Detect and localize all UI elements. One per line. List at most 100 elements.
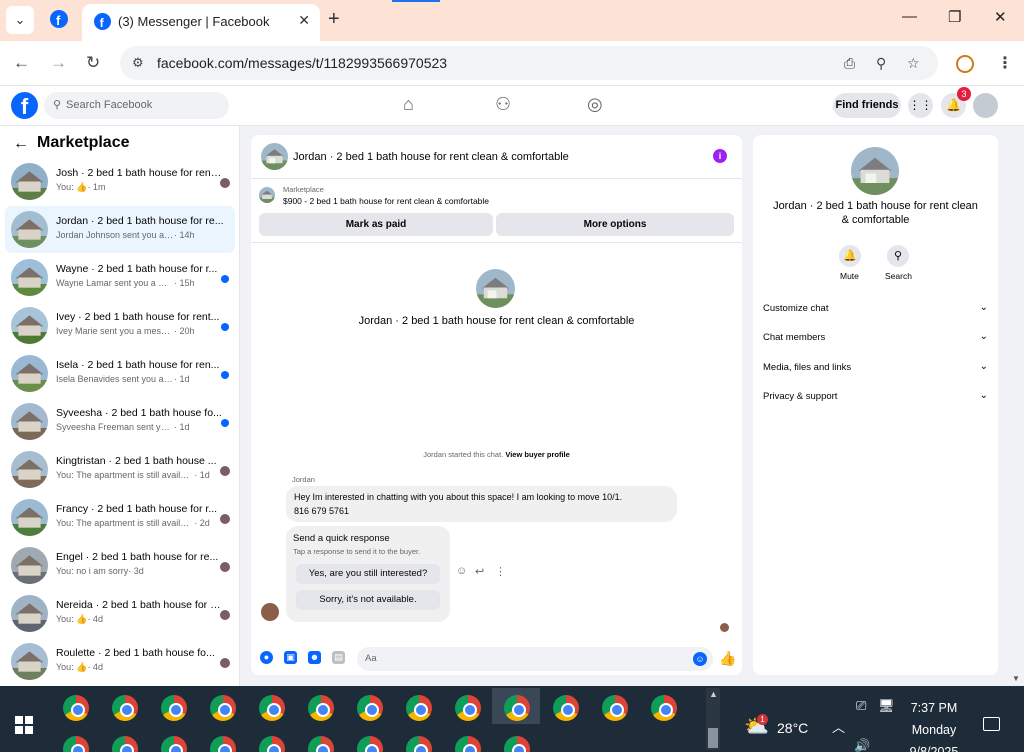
conversation-item[interactable]: Ivey · 2 bed 1 bath house for rent... Iv… (5, 302, 235, 349)
back-arrow-icon[interactable]: ← (13, 135, 29, 153)
privacy-support-row[interactable]: Privacy & support ⌄ (763, 387, 988, 407)
more-actions-icon[interactable]: ⋮ (495, 565, 506, 578)
conversation-item[interactable]: Roulette · 2 bed 1 bath house fo... You: … (5, 638, 235, 685)
browser-menu-icon[interactable]: ⋮ (997, 53, 1013, 73)
account-avatar[interactable] (973, 93, 998, 118)
find-friends-button[interactable]: Find friends (833, 93, 901, 118)
chrome-taskbar-icon[interactable] (308, 736, 334, 752)
view-buyer-profile-link[interactable]: View buyer profile (505, 450, 569, 459)
maximize-button[interactable]: ❐ (948, 8, 961, 26)
chrome-taskbar-icon[interactable] (602, 695, 628, 721)
bookmark-star-icon[interactable]: ☆ (907, 55, 920, 72)
photo-icon[interactable]: ▣ (284, 651, 297, 664)
chrome-taskbar-icon[interactable] (553, 695, 579, 721)
friends-icon[interactable]: ⚇ (495, 94, 511, 115)
chrome-taskbar-icon[interactable] (504, 695, 530, 721)
listing-thumbnail[interactable] (261, 143, 288, 170)
menu-grid-icon[interactable]: ⋮⋮ (908, 93, 933, 118)
tab-close-icon[interactable]: ✕ (298, 12, 310, 29)
gif-icon[interactable]: ▤ (332, 651, 345, 664)
volume-icon[interactable]: 🔊 (854, 738, 870, 752)
chrome-taskbar-icon[interactable] (357, 736, 383, 752)
window-close-button[interactable]: ✕ (994, 8, 1007, 26)
chrome-taskbar-icon[interactable] (161, 736, 187, 752)
conversation-item[interactable]: Syveesha · 2 bed 1 bath house fo... Syve… (5, 398, 235, 445)
emoji-icon[interactable]: ☺ (693, 652, 707, 666)
chrome-taskbar-icon[interactable] (357, 695, 383, 721)
conversation-item[interactable]: Josh · 2 bed 1 bath house for rent ... Yo… (5, 158, 235, 205)
chat-members-row[interactable]: Chat members ⌄ (763, 328, 988, 348)
facebook-search-input[interactable]: ⚲ Search Facebook (44, 92, 229, 119)
quick-response-no-button[interactable]: Sorry, it's not available. (296, 590, 440, 610)
chat-title[interactable]: Jordan · 2 bed 1 bath house for rent cle… (293, 151, 569, 163)
microphone-icon[interactable]: ● (260, 651, 273, 664)
chrome-taskbar-icon[interactable] (406, 695, 432, 721)
listing-large-thumbnail[interactable] (476, 269, 515, 308)
sender-avatar[interactable] (261, 603, 279, 621)
listing-price-title[interactable]: $900 - 2 bed 1 bath house for rent clean… (283, 196, 489, 206)
zoom-icon[interactable]: ⚲ (876, 55, 886, 72)
chrome-taskbar-icon[interactable] (112, 695, 138, 721)
profile-icon[interactable] (956, 55, 974, 73)
temperature-text[interactable]: 28°C (777, 720, 808, 736)
taskbar-scroll-thumb[interactable] (708, 728, 718, 748)
chrome-taskbar-icon[interactable] (455, 736, 481, 752)
chevron-up-icon[interactable]: ▲ (709, 689, 718, 699)
chrome-taskbar-icon[interactable] (406, 736, 432, 752)
action-center-icon[interactable] (983, 717, 1000, 731)
conversation-item[interactable]: Nereida · 2 bed 1 bath house for re... Yo… (5, 590, 235, 637)
react-emoji-icon[interactable]: ☺ (456, 565, 467, 577)
groups-icon[interactable]: ◎ (587, 94, 603, 115)
windows-start-icon[interactable] (15, 716, 33, 734)
conversation-item[interactable]: Isela · 2 bed 1 bath house for ren... Is… (5, 350, 235, 397)
back-arrow-icon[interactable]: ← (13, 53, 30, 73)
mark-as-paid-button[interactable]: Mark as paid (259, 213, 493, 236)
facebook-logo[interactable]: f (11, 92, 38, 119)
network-icon[interactable]: 🖥 (878, 698, 895, 714)
minimize-button[interactable]: — (902, 8, 917, 25)
show-hidden-icons-chevron-icon[interactable]: ︿ (832, 717, 845, 736)
scroll-down-arrow-icon[interactable]: ▼ (1012, 674, 1020, 683)
media-files-links-row[interactable]: Media, files and links ⌄ (763, 358, 988, 378)
thumbs-up-icon[interactable]: 👍 (719, 650, 736, 667)
details-listing-thumbnail[interactable] (851, 147, 899, 195)
reply-icon[interactable]: ↩ (475, 565, 484, 578)
sticker-icon[interactable]: ☻ (308, 651, 321, 664)
conversation-item[interactable]: Wayne · 2 bed 1 bath house for r... Wayn… (5, 254, 235, 301)
tab-search-button[interactable]: ⌄ (6, 6, 34, 34)
chrome-taskbar-icon[interactable] (112, 736, 138, 752)
url-text[interactable]: facebook.com/messages/t/1182993566970523 (157, 55, 447, 71)
chrome-taskbar-icon[interactable] (63, 695, 89, 721)
customize-chat-row[interactable]: Customize chat ⌄ (763, 299, 988, 319)
message-input[interactable]: Aa ☺ (357, 647, 713, 671)
conversation-item[interactable]: Francy · 2 bed 1 bath house for r... You:… (5, 494, 235, 541)
chrome-taskbar-icon[interactable] (651, 695, 677, 721)
chrome-taskbar-icon[interactable] (504, 736, 530, 752)
chrome-taskbar-icon[interactable] (259, 736, 285, 752)
chrome-taskbar-icon[interactable] (161, 695, 187, 721)
quick-response-yes-button[interactable]: Yes, are you still interested? (296, 564, 440, 584)
conversation-item[interactable]: Jordan · 2 bed 1 bath house for re... Jo… (5, 206, 235, 253)
new-tab-button[interactable]: + (328, 9, 340, 29)
conversation-item[interactable]: Kingtristan · 2 bed 1 bath house ... You:… (5, 446, 235, 493)
search-icon[interactable]: ⚲ (887, 245, 909, 267)
forward-arrow-icon[interactable]: → (50, 53, 67, 73)
chrome-taskbar-icon[interactable] (63, 736, 89, 752)
install-app-icon[interactable]: ⎙ (844, 55, 855, 72)
chrome-taskbar-icon[interactable] (455, 695, 481, 721)
meet-now-icon[interactable]: ⎚ (856, 698, 866, 714)
site-info-icon[interactable]: ⚙ (132, 55, 144, 71)
active-tab[interactable]: f (3) Messenger | Facebook ✕ (82, 4, 320, 41)
pinned-facebook-tab-icon[interactable]: f (50, 10, 68, 28)
home-icon[interactable]: ⌂ (403, 94, 414, 115)
incoming-message-bubble[interactable]: Hey Im interested in chatting with you a… (286, 486, 677, 522)
chrome-taskbar-icon[interactable] (259, 695, 285, 721)
system-clock[interactable]: 7:37 PM Monday 9/8/2025 (905, 697, 963, 752)
more-options-button[interactable]: More options (496, 213, 734, 236)
mute-bell-icon[interactable]: 🔔 (839, 245, 861, 267)
address-bar[interactable]: ⚙ facebook.com/messages/t/11829935669705… (120, 46, 938, 80)
chrome-taskbar-icon[interactable] (210, 736, 236, 752)
chrome-taskbar-icon[interactable] (308, 695, 334, 721)
chrome-taskbar-icon[interactable] (210, 695, 236, 721)
reload-icon[interactable]: ↻ (86, 53, 100, 73)
